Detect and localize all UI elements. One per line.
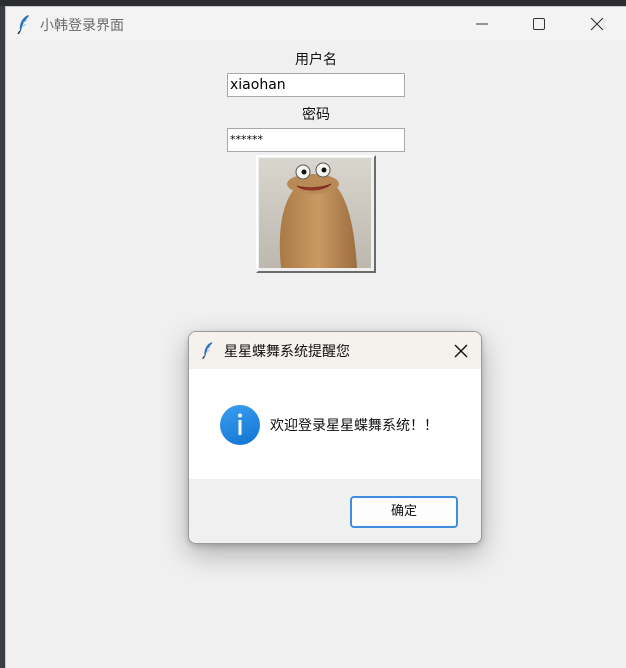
frog-meme-image (259, 158, 371, 268)
maximize-icon (533, 18, 545, 30)
dialog-titlebar[interactable]: 星星蝶舞系统提醒您 (189, 332, 481, 369)
minimize-button[interactable] (459, 7, 505, 41)
dialog-title: 星星蝶舞系统提醒您 (224, 344, 350, 360)
password-label: 密码 (302, 107, 330, 123)
window-titlebar[interactable]: 小韩登录界面 (6, 7, 626, 41)
dialog-close-button[interactable] (447, 337, 475, 365)
username-label: 用户名 (295, 52, 337, 68)
ok-button[interactable]: 确定 (350, 496, 458, 528)
minimize-icon (476, 23, 488, 25)
window-title: 小韩登录界面 (40, 18, 124, 34)
dialog-body: 欢迎登录星星蝶舞系统！！ (189, 369, 481, 479)
maximize-button[interactable] (516, 7, 562, 41)
close-icon (454, 344, 468, 358)
info-dialog: 星星蝶舞系统提醒您 欢迎登录星星蝶舞系统！！ 确定 (188, 331, 482, 544)
dialog-footer: 确定 (189, 479, 481, 543)
close-icon (590, 17, 604, 31)
image-login-button[interactable] (256, 155, 376, 273)
info-icon (220, 405, 260, 445)
username-input[interactable]: xiaohan (227, 73, 405, 97)
feather-icon (201, 340, 215, 360)
feather-icon (16, 14, 32, 35)
dialog-message: 欢迎登录星星蝶舞系统！！ (270, 418, 438, 434)
password-input[interactable]: ****** (227, 128, 405, 152)
close-button[interactable] (574, 7, 620, 41)
